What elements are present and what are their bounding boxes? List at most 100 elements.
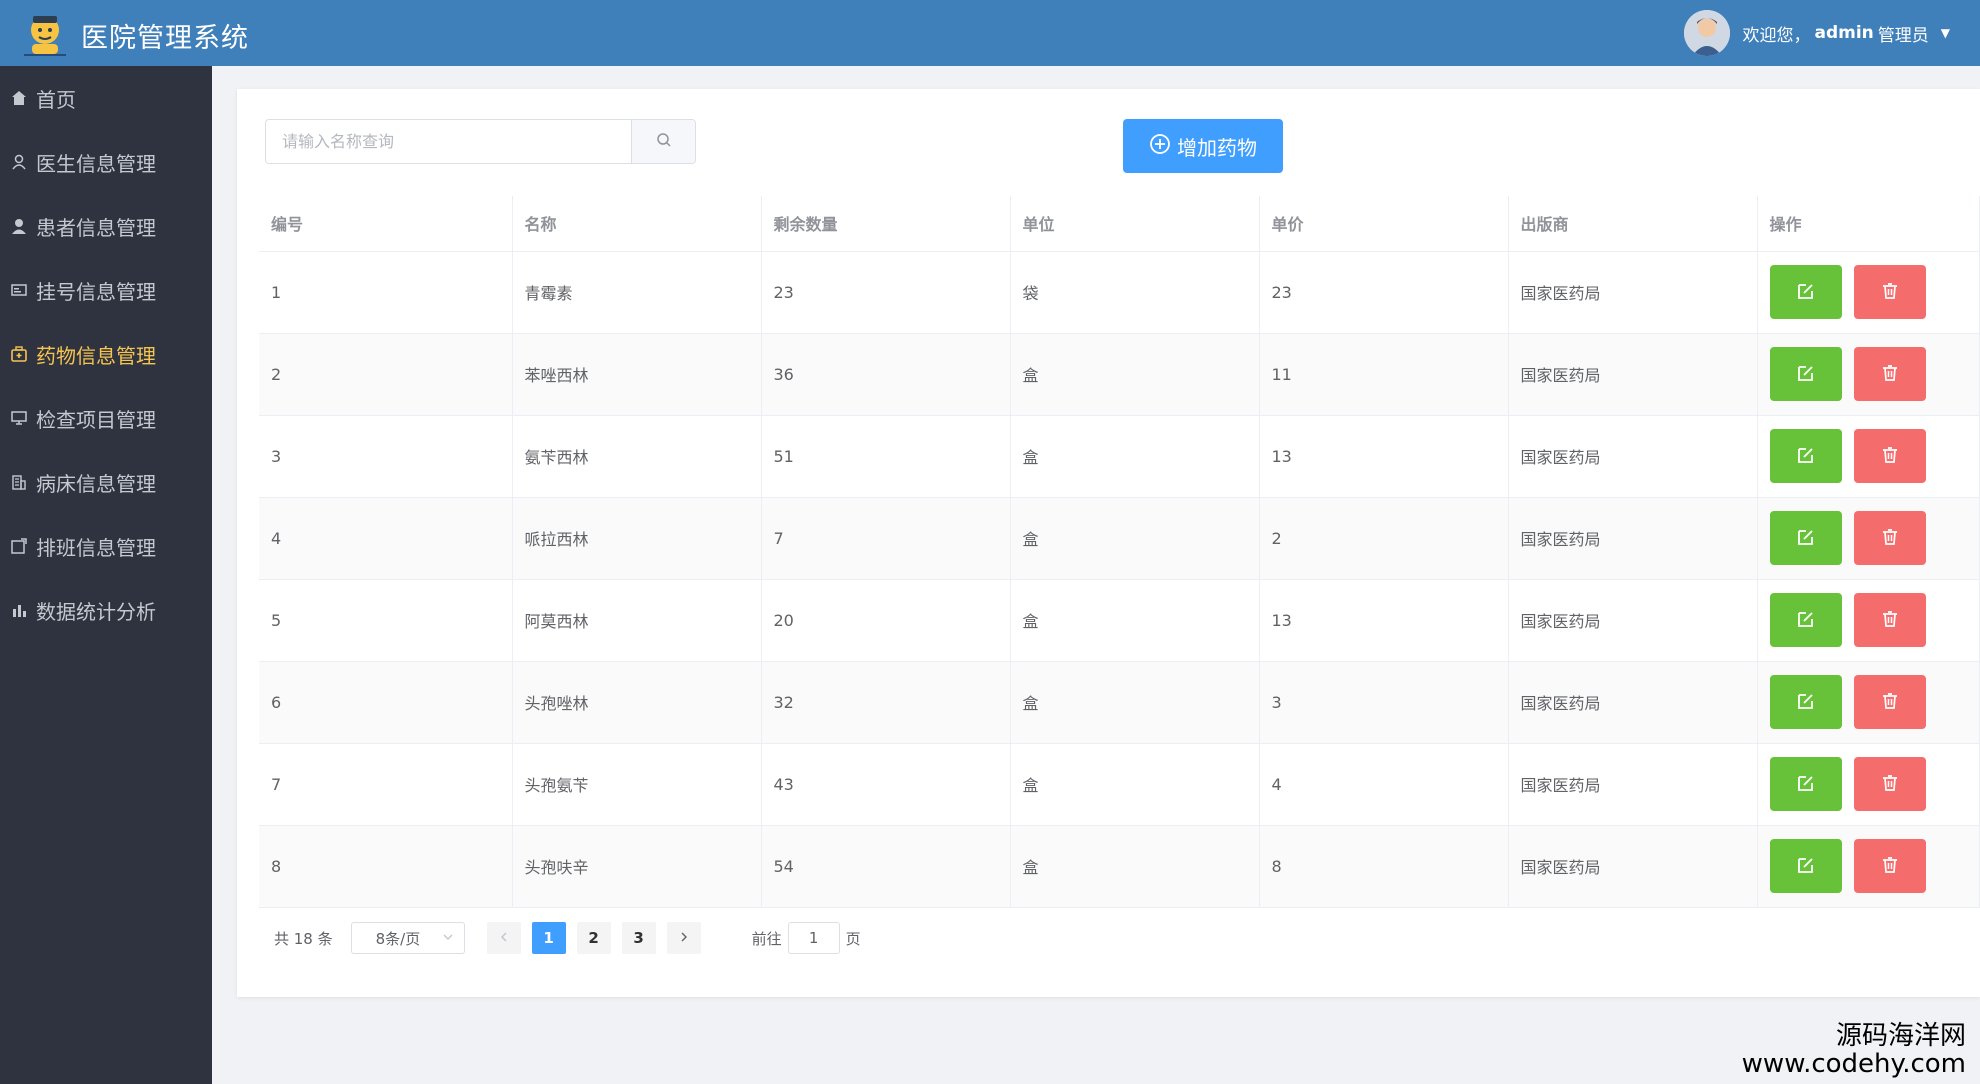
edit-button[interactable] [1769,757,1842,811]
column-header[interactable]: 单价 [1259,196,1509,252]
share-icon [10,537,28,555]
home-icon [10,89,28,107]
page-button-1[interactable]: 1 [531,922,566,954]
sidebar-item-label: 排班信息管理 [36,535,156,560]
edit-button[interactable] [1769,839,1842,893]
search-button[interactable] [631,120,695,163]
table-row: 8 头孢呋辛 54 盒 8 国家医药局 [259,825,1980,908]
cell-id: 8 [259,825,513,908]
goto-page: 前往 页 [752,922,861,954]
cell-price: 4 [1259,743,1509,826]
column-header[interactable]: 出版商 [1508,196,1758,252]
delete-button[interactable] [1853,265,1926,319]
add-medicine-button[interactable]: 增加药物 [1123,119,1283,173]
row-actions [1769,839,1980,893]
cell-maker: 国家医药局 [1508,333,1758,416]
watermark-line2: www.codehy.com [1741,1049,1966,1079]
welcome-text[interactable]: 欢迎您， admin 管理员 ▼ [1742,21,1950,46]
cell-price: 2 [1259,497,1509,580]
delete-button[interactable] [1853,593,1926,647]
cell-qty: 51 [761,415,1011,498]
sidebar-item-statistics[interactable]: 数据统计分析 [0,578,212,642]
avatar[interactable] [1684,10,1731,56]
trash-icon [1880,527,1900,550]
edit-icon [1796,691,1816,714]
sidebar-item-schedule[interactable]: 排班信息管理 [0,514,212,578]
trash-icon [1880,691,1900,714]
column-header[interactable]: 单位 [1010,196,1260,252]
table-row: 3 氨苄西林 51 盒 13 国家医药局 [259,415,1980,498]
edit-button[interactable] [1769,511,1842,565]
bar-chart-icon [10,601,28,619]
delete-button[interactable] [1853,757,1926,811]
edit-button[interactable] [1769,593,1842,647]
cell-id: 1 [259,251,513,334]
cell-id: 4 [259,497,513,580]
goto-suffix: 页 [845,929,861,948]
cell-qty: 36 [761,333,1011,416]
delete-button[interactable] [1853,675,1926,729]
trash-icon [1880,855,1900,878]
chevron-left-icon [498,929,510,947]
chevron-right-icon [678,929,690,947]
edit-button[interactable] [1769,675,1842,729]
pagination-total: 共 18 条 [274,929,333,948]
trash-icon [1880,773,1900,796]
page-button-3[interactable]: 3 [621,922,656,954]
cell-name: 阿莫西林 [512,579,762,662]
edit-icon [1796,527,1816,550]
sidebar-item-doctors[interactable]: 医生信息管理 [0,130,212,194]
page-size-select[interactable]: 8条/页 [350,922,465,954]
edit-icon [1796,609,1816,632]
cell-maker: 国家医药局 [1508,661,1758,744]
sidebar-item-label: 患者信息管理 [36,215,156,240]
edit-icon [1796,773,1816,796]
cell-actions [1757,497,1980,580]
cell-actions [1757,661,1980,744]
cell-id: 6 [259,661,513,744]
edit-button[interactable] [1769,265,1842,319]
sidebar-item-patients[interactable]: 患者信息管理 [0,194,212,258]
page-button-2[interactable]: 2 [576,922,611,954]
cell-actions [1757,825,1980,908]
search-input[interactable] [266,120,631,163]
table-row: 4 哌拉西林 7 盒 2 国家医药局 [259,497,1980,580]
trash-icon [1880,609,1900,632]
sidebar-item-examinations[interactable]: 检查项目管理 [0,386,212,450]
postcard-icon [10,281,28,299]
user-menu[interactable]: 欢迎您， admin 管理员 ▼ [1684,0,1950,66]
cell-maker: 国家医药局 [1508,743,1758,826]
cell-id: 2 [259,333,513,416]
delete-button[interactable] [1853,429,1926,483]
pagination: 共 18 条 8条/页 1 2 3 前往 页 [274,921,861,955]
sidebar: 首页 医生信息管理 患者信息管理 挂号信息管理 药物信息管理 检查项目管理 病床… [0,66,212,1084]
logo-icon [20,8,70,58]
next-page-button[interactable] [666,922,701,954]
circle-plus-icon [1149,133,1171,160]
sidebar-item-registration[interactable]: 挂号信息管理 [0,258,212,322]
edit-button[interactable] [1769,347,1842,401]
sidebar-item-home[interactable]: 首页 [0,66,212,130]
delete-button[interactable] [1853,511,1926,565]
first-aid-icon [10,345,28,363]
sidebar-item-beds[interactable]: 病床信息管理 [0,450,212,514]
prev-page-button[interactable] [486,922,521,954]
edit-icon [1796,281,1816,304]
row-actions [1769,347,1980,401]
watermark-line1: 源码海洋网 [1835,1021,1966,1051]
delete-button[interactable] [1853,839,1926,893]
cell-id: 7 [259,743,513,826]
office-building-icon [10,473,28,491]
delete-button[interactable] [1853,347,1926,401]
column-header[interactable]: 名称 [512,196,762,252]
edit-button[interactable] [1769,429,1842,483]
column-header[interactable]: 剩余数量 [761,196,1011,252]
sidebar-item-label: 挂号信息管理 [36,279,156,304]
cell-qty: 32 [761,661,1011,744]
goto-page-input[interactable] [787,922,840,954]
cell-unit: 盒 [1010,415,1260,498]
sidebar-item-medicine[interactable]: 药物信息管理 [0,322,212,386]
row-actions [1769,511,1980,565]
cell-name: 苯唑西林 [512,333,762,416]
column-header[interactable]: 编号 [259,196,513,252]
